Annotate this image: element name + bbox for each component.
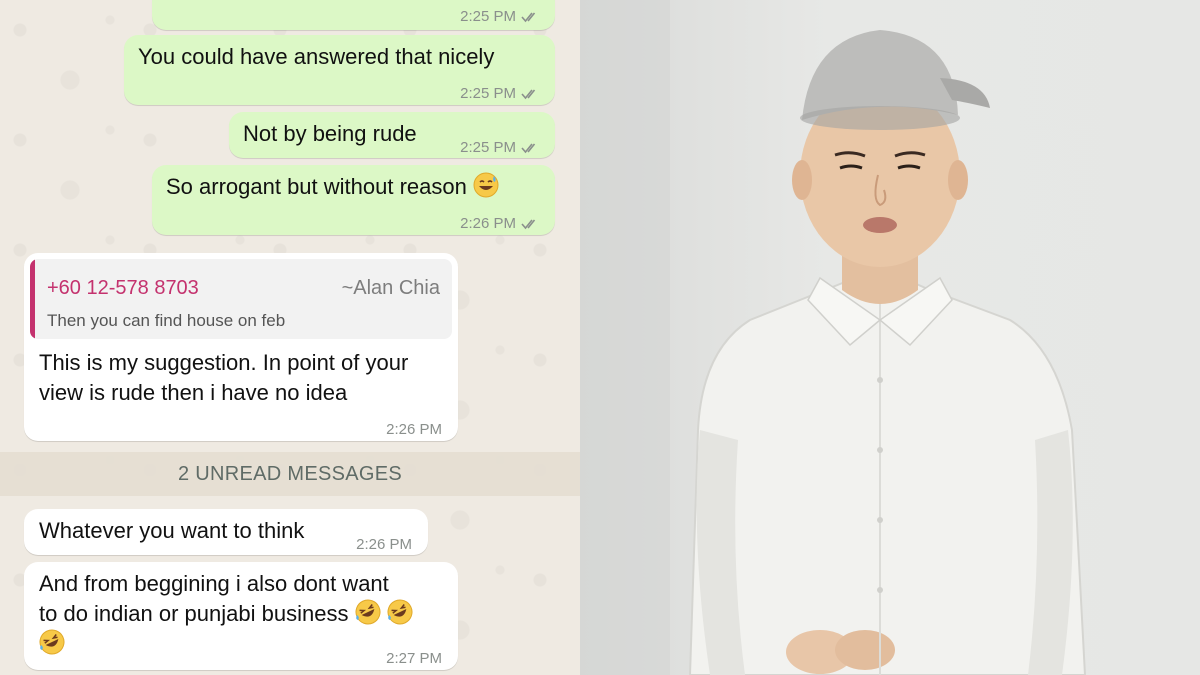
- message-meta: 2:26 PM: [356, 530, 412, 560]
- message-meta: 2:25 PM: [460, 133, 541, 163]
- message-text-line: [39, 629, 65, 659]
- message-text: Whatever you want to think: [39, 518, 305, 543]
- message-text-content: to do indian or punjabi business: [39, 601, 349, 626]
- message-bubble-incoming[interactable]: Whatever you want to think 2:26 PM: [24, 509, 428, 555]
- message-text-line: to do indian or punjabi business: [39, 599, 413, 629]
- quoted-text: Then you can find house on feb: [47, 311, 286, 330]
- rolling-on-floor-laughing-emoji-icon: [39, 629, 65, 655]
- message-text: So arrogant but without reason: [166, 172, 499, 202]
- double-check-icon: [521, 219, 536, 230]
- message-time: 2:25 PM: [460, 139, 516, 156]
- sweat-smile-emoji-icon: [473, 172, 499, 198]
- quote-accent-bar: [30, 259, 35, 339]
- message-meta: 2:26 PM: [460, 209, 541, 239]
- quoted-sender-name: ~Alan Chia: [341, 277, 440, 299]
- unread-messages-divider: 2 UNREAD MESSAGES: [0, 452, 580, 496]
- message-text-content: So arrogant but without reason: [166, 174, 467, 199]
- message-bubble-outgoing[interactable]: Not by being rude 2:25 PM: [229, 112, 555, 158]
- message-time: 2:25 PM: [460, 85, 516, 102]
- message-text: Not by being rude: [243, 121, 417, 146]
- rolling-on-floor-laughing-emoji-icon: [387, 599, 413, 625]
- message-time: 2:26 PM: [386, 421, 442, 438]
- message-time: 2:25 PM: [460, 8, 516, 25]
- message-text-line: And from beggining i also dont want: [39, 571, 389, 596]
- message-time: 2:26 PM: [460, 215, 516, 232]
- double-check-icon: [521, 143, 536, 154]
- chat-conversation[interactable]: 2:25 PM You could have answered that nic…: [0, 0, 580, 675]
- message-time: 2:26 PM: [356, 536, 412, 553]
- message-text-line: view is rude then i have no idea: [39, 380, 348, 405]
- double-check-icon: [521, 12, 536, 23]
- quoted-message[interactable]: +60 12-578 8703 ~Alan Chia Then you can …: [30, 259, 452, 339]
- message-bubble-outgoing[interactable]: So arrogant but without reason 2:26 PM: [152, 165, 555, 235]
- message-time: 2:27 PM: [386, 650, 442, 667]
- message-text-line: This is my suggestion. In point of your: [39, 350, 409, 375]
- double-check-icon: [521, 89, 536, 100]
- message-bubble-outgoing[interactable]: 2:25 PM: [152, 0, 555, 30]
- message-meta: 2:25 PM: [460, 79, 541, 109]
- message-meta: 2:25 PM: [460, 2, 541, 32]
- rolling-on-floor-laughing-emoji-icon: [355, 599, 381, 625]
- message-meta: 2:26 PM: [386, 415, 442, 445]
- message-bubble-incoming-reply[interactable]: +60 12-578 8703 ~Alan Chia Then you can …: [24, 253, 458, 441]
- video-frame: [580, 0, 1200, 675]
- message-meta: 2:27 PM: [386, 644, 442, 674]
- message-text: You could have answered that nicely: [138, 44, 495, 69]
- person-in-cap-video-still: [580, 0, 1087, 675]
- message-bubble-incoming[interactable]: And from beggining i also dont want to d…: [24, 562, 458, 670]
- quoted-sender-phone: +60 12-578 8703: [47, 277, 199, 299]
- message-bubble-outgoing[interactable]: You could have answered that nicely 2:25…: [124, 35, 555, 105]
